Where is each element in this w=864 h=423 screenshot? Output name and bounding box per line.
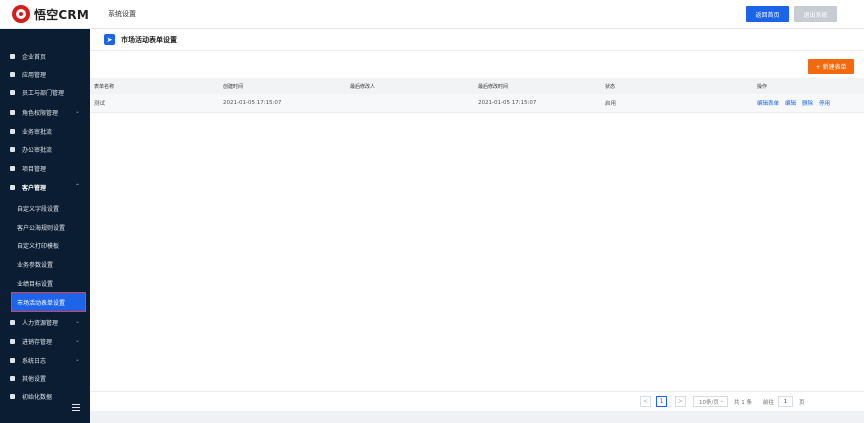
- page-size-select[interactable]: 10条/页 ⌄: [693, 396, 728, 407]
- sidebar-item-roles[interactable]: 角色权限管理 ⌄: [0, 103, 90, 121]
- chevron-down-icon: ⌄: [74, 337, 80, 344]
- sidebar-item-label: 员工与部门管理: [22, 89, 65, 97]
- sidebar-subitem-print-templates[interactable]: 自定义打印模板: [0, 236, 90, 254]
- breadcrumb: 系统设置: [108, 10, 136, 18]
- form-name-cell: 测试: [94, 101, 106, 107]
- monkey-logo-icon: [12, 5, 30, 23]
- sidebar-item-label: 客户管理: [22, 184, 47, 192]
- home-icon: [10, 53, 15, 59]
- pagination: < 1 > 10条/页 ⌄ 共 1 条 前往 1 页: [90, 391, 864, 411]
- page-size-value: 10条/页: [699, 399, 719, 406]
- current-page[interactable]: 1: [656, 396, 667, 407]
- chevron-down-icon: ⌄: [74, 318, 80, 325]
- sidebar-subitem-performance-goals[interactable]: 业绩目标设置: [0, 274, 90, 292]
- list-icon: [10, 165, 15, 171]
- inventory-icon: [10, 338, 15, 344]
- sidebar-item-label: 人力资源管理: [22, 319, 59, 327]
- table-header: 表单名称 创建时间 最后修改人 最后修改时间 状态 操作: [90, 78, 864, 94]
- page-header: ➤ 市场活动表单设置: [90, 29, 864, 51]
- sidebar-item-label: 角色权限管理: [22, 109, 59, 117]
- sidebar-item-label: 初始化数据: [22, 393, 53, 401]
- sidebar-subitem-pool-rules[interactable]: 客户公海规则设置: [0, 218, 90, 236]
- column-header: 创建时间: [223, 83, 244, 90]
- chevron-up-icon: ⌃: [74, 183, 80, 190]
- sidebar-item-apps[interactable]: 应用管理: [0, 65, 90, 83]
- back-home-button[interactable]: 返回首页: [746, 6, 789, 22]
- chart-icon: [10, 393, 15, 399]
- goto-label: 前往: [763, 400, 775, 406]
- top-bar: 悟空CRM 系统设置 返回首页 退出系统: [0, 0, 864, 29]
- new-form-button[interactable]: + 新建表单: [808, 59, 854, 74]
- sidebar-subitem-business-params[interactable]: 业务参数设置: [0, 255, 90, 273]
- sidebar-item-business-approval[interactable]: 业务审批流: [0, 122, 90, 140]
- main-content: ➤ 市场活动表单设置 + 新建表单 表单名称 创建时间 最后修改人 最后修改时间…: [90, 29, 864, 423]
- table-row: 测试 2021-01-05 17:15:07 2021-01-05 17:15:…: [90, 94, 864, 113]
- page-unit-label: 页: [799, 400, 805, 406]
- prev-page-button[interactable]: <: [640, 396, 651, 407]
- total-count: 共 1 条: [734, 400, 752, 406]
- sidebar: 企业首页 应用管理 员工与部门管理 角色权限管理 ⌄ 业务审批流 办公审批流 项…: [0, 29, 90, 423]
- log-icon: [10, 357, 15, 363]
- sidebar-item-init-data[interactable]: 初始化数据: [0, 387, 90, 405]
- sidebar-item-label: 其他设置: [22, 375, 47, 383]
- delete-link[interactable]: 删除: [802, 99, 813, 107]
- sidebar-item-inventory[interactable]: 进销存管理 ⌄: [0, 332, 90, 350]
- edit-form-link[interactable]: 编辑表单: [757, 99, 779, 107]
- column-header: 操作: [757, 83, 768, 90]
- sidebar-item-system-log[interactable]: 系统日志 ⌄: [0, 351, 90, 369]
- sidebar-item-label: 办公审批流: [22, 146, 53, 154]
- sidebar-item-label: 进销存管理: [22, 338, 53, 346]
- disable-link[interactable]: 停用: [819, 99, 830, 107]
- chevron-down-icon: ⌄: [719, 398, 724, 404]
- goto-page-input[interactable]: 1: [778, 396, 793, 407]
- hr-icon: [10, 319, 15, 325]
- sidebar-item-label: 业务审批流: [22, 128, 53, 136]
- page-title: 市场活动表单设置: [121, 36, 177, 44]
- modified-time-cell: 2021-01-05 17:15:07: [478, 100, 537, 106]
- column-header: 最后修改人: [350, 83, 376, 90]
- sidebar-subitem-custom-fields[interactable]: 自定义字段设置: [0, 199, 90, 217]
- user-role-icon: [10, 109, 15, 115]
- sidebar-item-home[interactable]: 企业首页: [0, 47, 90, 65]
- sidebar-item-other-settings[interactable]: 其他设置: [0, 369, 90, 387]
- sidebar-item-hr[interactable]: 人力资源管理 ⌄: [0, 313, 90, 331]
- customer-icon: [10, 184, 15, 190]
- approval-icon: [10, 128, 15, 134]
- chevron-down-icon: ⌄: [74, 356, 80, 363]
- grid-icon: [10, 71, 15, 77]
- chevron-down-icon: ⌄: [74, 108, 80, 115]
- bottom-strip: [90, 411, 864, 423]
- sidebar-item-office-approval[interactable]: 办公审批流: [0, 140, 90, 158]
- sidebar-item-projects[interactable]: 项目管理: [0, 159, 90, 177]
- status-cell: 启用: [605, 101, 617, 107]
- exit-system-button[interactable]: 退出系统: [794, 6, 837, 22]
- collapse-sidebar-icon[interactable]: [72, 404, 80, 411]
- sidebar-item-label: 企业首页: [22, 53, 47, 61]
- sidebar-item-customers[interactable]: 客户管理 ⌃: [0, 178, 90, 196]
- created-time-cell: 2021-01-05 17:15:07: [223, 100, 282, 106]
- sidebar-item-label: 项目管理: [22, 165, 47, 173]
- edit-link[interactable]: 编辑: [785, 99, 796, 107]
- actions-cell: 编辑表单 编辑 删除 停用: [757, 94, 836, 112]
- users-icon: [10, 89, 15, 95]
- app-name: 悟空CRM: [34, 7, 89, 22]
- sidebar-item-staff[interactable]: 员工与部门管理: [0, 83, 90, 101]
- sidebar-subitem-market-form[interactable]: 市场活动表单设置: [11, 292, 86, 312]
- sidebar-item-label: 应用管理: [22, 71, 47, 79]
- next-page-button[interactable]: >: [675, 396, 686, 407]
- column-header: 最后修改时间: [478, 83, 509, 90]
- send-icon: ➤: [104, 34, 115, 45]
- office-approval-icon: [10, 146, 15, 152]
- sidebar-item-label: 系统日志: [22, 357, 47, 365]
- column-header: 表单名称: [94, 83, 115, 90]
- gear-icon: [10, 375, 15, 381]
- column-header: 状态: [605, 83, 616, 90]
- app-logo[interactable]: 悟空CRM: [12, 5, 89, 23]
